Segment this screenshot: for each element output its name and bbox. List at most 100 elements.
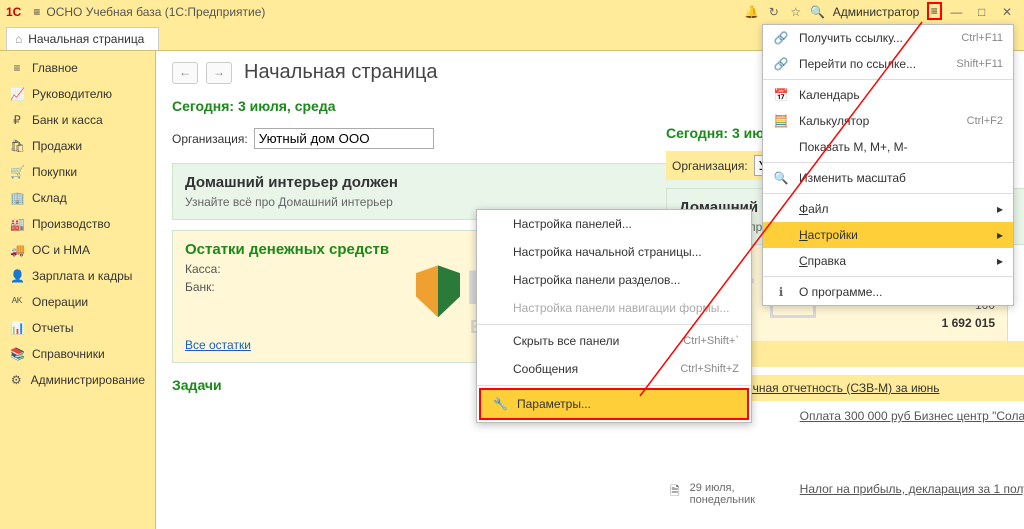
sidebar-item[interactable]: 📊Отчеты: [0, 315, 155, 341]
submenu-label: Сообщения: [513, 362, 578, 376]
menu-icon[interactable]: ≡: [33, 5, 40, 19]
menu-item-label: Калькулятор: [799, 114, 869, 128]
history-icon[interactable]: ↻: [763, 5, 785, 19]
submenu-item[interactable]: 🔧Параметры...: [481, 390, 747, 418]
submenu-label: Настройка панелей...: [513, 217, 632, 231]
maximize-icon[interactable]: □: [971, 5, 993, 19]
sidebar-item[interactable]: 👤Зарплата и кадры: [0, 263, 155, 289]
submenu-hotkey: Ctrl+Shift+`: [683, 335, 739, 347]
service-menu-item[interactable]: 🔍Изменить масштаб: [763, 165, 1013, 191]
sidebar-item-label: Производство: [32, 217, 110, 231]
doc-icon: 🗎: [670, 482, 680, 503]
menu-item-icon: 🧮: [773, 114, 789, 128]
sidebar-item-label: Продажи: [32, 139, 82, 153]
service-menu-button[interactable]: ≡: [923, 4, 945, 20]
close-icon[interactable]: ✕: [996, 5, 1018, 19]
sidebar-icon: 🛍: [10, 139, 24, 153]
current-user[interactable]: Администратор: [833, 5, 920, 19]
sidebar-item[interactable]: ⚙ Администрирование: [0, 367, 155, 393]
service-menu-item[interactable]: Файл▸: [763, 196, 1013, 222]
sidebar-icon: 📊: [10, 321, 24, 335]
service-menu-item[interactable]: 🧮 Калькулятор Ctrl+F2: [763, 108, 1013, 134]
org-input[interactable]: [254, 128, 434, 149]
submenu-item[interactable]: Сообщения Ctrl+Shift+Z: [477, 355, 751, 383]
sidebar-item[interactable]: 🚚 ОС и НМА: [0, 237, 155, 263]
menu-item-icon: ℹ: [773, 285, 789, 299]
sidebar-item-label: Руководителю: [32, 87, 112, 101]
sidebar-icon: ᴬᴷ: [10, 295, 24, 309]
task-text[interactable]: Налог на прибыль, декларация за 1 полуго…: [800, 482, 1024, 496]
sidebar-icon: ⚙: [10, 373, 23, 387]
back-button[interactable]: ←: [172, 62, 198, 84]
page-title: Начальная страница: [244, 61, 438, 84]
service-menu-item[interactable]: Показать M, M+, M-: [763, 134, 1013, 160]
bell-icon[interactable]: 🔔: [741, 5, 763, 19]
sidebar-item[interactable]: 📈 Руководителю: [0, 81, 155, 107]
sidebar-item-label: Операции: [32, 295, 88, 309]
menu-item-icon: 📅: [773, 88, 789, 102]
sidebar-icon: 📈: [10, 87, 24, 101]
sidebar-item[interactable]: 📚 Справочники: [0, 341, 155, 367]
task-date: 29 июля, понедельник: [690, 482, 790, 506]
sidebar-item-label: ОС и НМА: [32, 243, 90, 257]
sidebar-icon: 📚: [10, 347, 24, 361]
service-menu[interactable]: 🔗 Получить ссылку... Ctrl+F11 🔗 Перейти по с…: [762, 24, 1014, 306]
sidebar-icon: 🏭: [10, 217, 24, 231]
sidebar-item-label: Зарплата и кадры: [32, 269, 132, 283]
sidebar-item-label: Банк и касса: [32, 113, 103, 127]
submenu-item[interactable]: Настройка панелей...: [477, 210, 751, 238]
submenu-item[interactable]: Настройка панели разделов...: [477, 266, 751, 294]
search-icon[interactable]: 🔍: [807, 5, 829, 19]
menu-item-label: Настройки: [799, 228, 858, 242]
menu-item-label: Получить ссылку...: [799, 31, 903, 45]
sidebar-icon: ≡: [10, 61, 24, 75]
tab-label: Начальная страница: [28, 32, 144, 46]
menu-item-icon: 🔍: [773, 171, 789, 185]
sidebar-item[interactable]: ≡ Главное: [0, 55, 155, 81]
menu-hotkey: Shift+F11: [956, 58, 1003, 70]
minimize-icon[interactable]: —: [945, 5, 967, 19]
sidebar-icon: 🏢: [10, 191, 24, 205]
menu-hotkey: Ctrl+F2: [967, 115, 1003, 127]
service-menu-item[interactable]: ℹ О программе...: [763, 279, 1013, 305]
org-label-right: Организация:: [672, 159, 748, 173]
menu-hotkey: Ctrl+F11: [961, 32, 1003, 44]
chevron-right-icon: ▸: [997, 228, 1003, 242]
menu-item-label: Показать M, M+, M-: [799, 140, 908, 154]
sidebar-item[interactable]: ₽Банк и касса: [0, 107, 155, 133]
menu-item-label: Файл: [799, 202, 829, 216]
tab-home[interactable]: ⌂ Начальная страница: [6, 27, 159, 50]
submenu-label: Настройка панели разделов...: [513, 273, 680, 287]
sidebar-icon: 🚚: [10, 243, 24, 257]
sidebar-item[interactable]: 🛍 Продажи: [0, 133, 155, 159]
service-menu-item[interactable]: 📅 Календарь: [763, 82, 1013, 108]
sidebar-item[interactable]: 🏢Склад: [0, 185, 155, 211]
sidebar-item-label: Администрирование: [31, 373, 145, 387]
settings-submenu[interactable]: Настройка панелей... Настройка начальной …: [476, 209, 752, 423]
service-menu-item[interactable]: 🔗 Получить ссылку... Ctrl+F11: [763, 25, 1013, 51]
submenu-item[interactable]: Скрыть все панелиCtrl+Shift+`: [477, 327, 751, 355]
sidebar-item[interactable]: ᴬᴷ Операции: [0, 289, 155, 315]
sidebar-item[interactable]: 🏭 Производство: [0, 211, 155, 237]
menu-item-label: Перейти по ссылке...: [799, 57, 916, 71]
menu-item-icon: 🔗: [773, 31, 789, 45]
service-menu-item[interactable]: Настройки ▸: [763, 222, 1013, 248]
submenu-hotkey: Ctrl+Shift+Z: [680, 363, 739, 375]
sidebar-item-label: Справочники: [32, 347, 105, 361]
window-title: ОСНО Учебная база (1С:Предприятие): [46, 5, 740, 19]
star-icon[interactable]: ☆: [785, 5, 807, 19]
submenu-icon: 🔧: [493, 397, 507, 411]
service-menu-item[interactable]: Справка▸: [763, 248, 1013, 274]
task-text[interactable]: Оплата 300 000 руб Бизнес центр "Солар": [800, 409, 1024, 423]
menu-item-label: Календарь: [799, 88, 860, 102]
menu-item-label: О программе...: [799, 285, 882, 299]
service-menu-item[interactable]: 🔗 Перейти по ссылке... Shift+F11: [763, 51, 1013, 77]
submenu-item[interactable]: Настройка начальной страницы...: [477, 238, 751, 266]
forward-button[interactable]: →: [206, 62, 232, 84]
menu-item-icon: 🔗: [773, 57, 789, 71]
balance-label: Банк:: [185, 280, 215, 294]
all-balances-link[interactable]: Все остатки: [185, 338, 251, 352]
chevron-right-icon: ▸: [997, 254, 1003, 268]
sidebar-item[interactable]: 🛒Покупки: [0, 159, 155, 185]
sidebar-item-label: Главное: [32, 61, 78, 75]
